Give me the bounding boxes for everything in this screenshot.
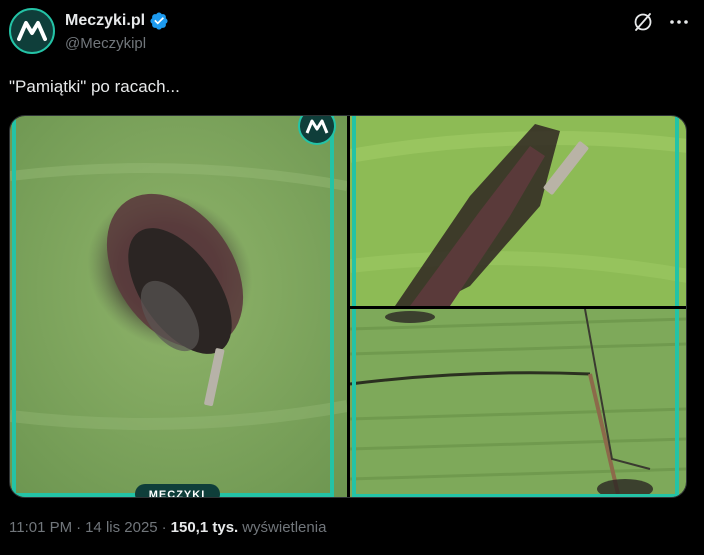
views-count: 150,1 tys. (170, 519, 239, 536)
verified-badge-icon (150, 12, 168, 30)
views-label: wyświetlenia (242, 519, 327, 536)
photo-burnt-turf-side[interactable] (350, 116, 686, 306)
media-grid: MECZYKI (9, 115, 687, 498)
more-dots-icon[interactable] (667, 10, 691, 34)
grok-icon[interactable] (631, 10, 655, 34)
photo-turf-seam-damage[interactable] (350, 309, 686, 497)
meta-separator: · (76, 519, 82, 536)
author-display-name[interactable]: Meczyki.pl (65, 12, 145, 30)
tweet-meta: 11:01 PM · 14 lis 2025 · 150,1 tys. wyśw… (9, 519, 326, 536)
tweet-time[interactable]: 11:01 PM (9, 519, 72, 536)
tweet-header: Meczyki.pl @Meczykipl (9, 8, 695, 56)
tweet-text: "Pamiątki" po racach... (9, 77, 180, 96)
avatar[interactable] (9, 8, 55, 54)
author-name-row: Meczyki.pl (65, 11, 169, 31)
tweet-date[interactable]: 14 lis 2025 (85, 519, 158, 536)
meczyki-logo-icon (17, 21, 47, 41)
watermark-text: MECZYKI (149, 489, 206, 498)
photo-burnt-turf-closeup[interactable]: MECZYKI (10, 116, 347, 498)
meta-separator: · (161, 519, 167, 536)
author-handle[interactable]: @Meczykipl (65, 35, 146, 52)
